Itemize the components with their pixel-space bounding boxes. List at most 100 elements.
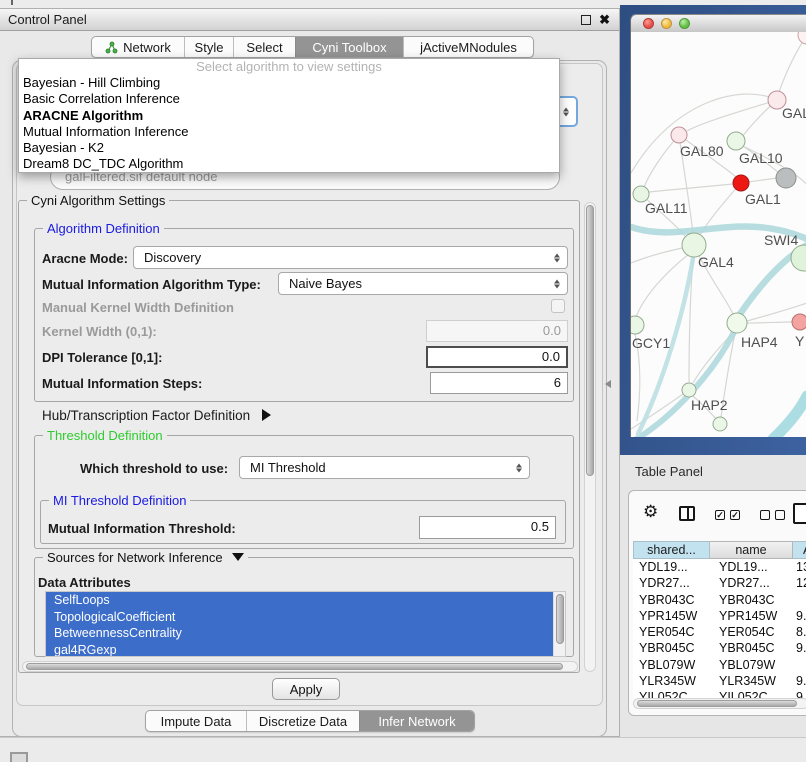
data-attributes-list: SelfLoopsTopologicalCoefficientBetweenne… bbox=[45, 591, 566, 657]
tab-discretize-data[interactable]: Discretize Data bbox=[246, 711, 359, 731]
network-node[interactable] bbox=[776, 168, 796, 188]
table-row[interactable]: YIL052CYIL052C9. bbox=[633, 689, 806, 698]
mi-threshold-input[interactable]: 0.5 bbox=[419, 516, 556, 539]
table-cell: 9. bbox=[796, 689, 806, 698]
algorithm-option[interactable]: Mutual Information Inference bbox=[19, 124, 559, 140]
algorithm-option[interactable]: Bayesian - K2 bbox=[19, 140, 559, 156]
sources-legend[interactable]: Sources for Network Inference bbox=[43, 550, 248, 565]
aracne-mode-combo[interactable]: Discovery bbox=[133, 246, 568, 269]
settings-vertical-scrollbar[interactable] bbox=[584, 202, 596, 672]
network-node-label: SWI4 bbox=[764, 232, 798, 248]
algorithm-option[interactable]: ARACNE Algorithm bbox=[19, 108, 559, 124]
network-node-label: Y bbox=[795, 333, 805, 349]
combo-spinner-icon bbox=[516, 463, 522, 472]
zoom-traffic-light-icon[interactable] bbox=[679, 18, 690, 29]
attribute-option[interactable]: BetweennessCentrality bbox=[46, 625, 553, 642]
table-row[interactable]: YBR045CYBR045C9. bbox=[633, 640, 806, 656]
dpi-tolerance-value: 0.0 bbox=[542, 349, 560, 364]
algorithm-option[interactable]: Dream8 DC_TDC Algorithm bbox=[19, 156, 559, 172]
algorithm-dropdown-prompt: Select algorithm to view settings bbox=[19, 59, 559, 75]
tab-network[interactable]: Network bbox=[92, 37, 184, 57]
tab-cyni-toolbox[interactable]: Cyni Toolbox bbox=[295, 37, 403, 57]
panel-collapse-arrow-icon[interactable] bbox=[605, 380, 611, 388]
tab-infer-network[interactable]: Infer Network bbox=[359, 711, 474, 731]
float-window-icon[interactable] bbox=[581, 15, 591, 25]
control-panel-tabstrip: Network Style Select Cyni Toolbox jActiv… bbox=[91, 36, 534, 58]
network-node-y[interactable] bbox=[792, 314, 806, 330]
mi-threshold-legend: MI Threshold Definition bbox=[49, 493, 190, 508]
column-header-third[interactable]: A bbox=[793, 541, 806, 559]
sources-legend-label: Sources for Network Inference bbox=[47, 550, 223, 565]
kernel-width-input[interactable]: 0.0 bbox=[426, 320, 568, 342]
close-icon[interactable]: ✖ bbox=[599, 11, 610, 29]
network-canvas[interactable]: GALGAL80GAL10GAL1GAL11GAL4SWI4GCY1HAP4YH… bbox=[631, 32, 806, 437]
network-node-label: GCY1 bbox=[632, 335, 670, 351]
cyni-bottom-tabstrip: Impute Data Discretize Data Infer Networ… bbox=[145, 710, 475, 732]
network-node-gal1[interactable] bbox=[733, 175, 749, 191]
columns-icon[interactable] bbox=[679, 506, 695, 521]
checked-checkboxes-icon[interactable]: ✓✓ bbox=[715, 510, 740, 520]
network-node-label: HAP2 bbox=[691, 397, 728, 413]
attribute-option[interactable]: SelfLoops bbox=[46, 592, 553, 609]
attribute-option[interactable]: TopologicalCoefficient bbox=[46, 609, 553, 626]
hub-expander-icon[interactable] bbox=[262, 409, 271, 421]
dpi-tolerance-input[interactable]: 0.0 bbox=[426, 346, 568, 368]
control-panel-titlebar: Control Panel ✖ bbox=[0, 9, 619, 31]
network-node-label: GAL1 bbox=[745, 191, 781, 207]
network-view-window: GALGAL80GAL10GAL1GAL11GAL4SWI4GCY1HAP4YH… bbox=[630, 14, 806, 437]
table-cell: YBR043C bbox=[639, 592, 695, 608]
which-threshold-label: Which threshold to use: bbox=[80, 461, 228, 476]
which-threshold-combo[interactable]: MI Threshold bbox=[239, 456, 530, 479]
algorithm-option[interactable]: Basic Correlation Inference bbox=[19, 91, 559, 107]
unchecked-checkboxes-icon[interactable] bbox=[760, 510, 785, 520]
table-row[interactable]: YDR27...YDR27...12 bbox=[633, 575, 806, 591]
tab-jactivemnodules[interactable]: jActiveMNodules bbox=[403, 37, 533, 57]
attributes-scrollbar[interactable] bbox=[553, 592, 565, 656]
collapsed-panel-icon[interactable] bbox=[10, 752, 28, 762]
manual-kernel-checkbox[interactable] bbox=[551, 299, 565, 313]
table-cell: YLR345W bbox=[719, 673, 776, 689]
tab-select[interactable]: Select bbox=[233, 37, 295, 57]
minimize-traffic-light-icon[interactable] bbox=[661, 18, 672, 29]
table-cell: YLR345W bbox=[639, 673, 696, 689]
gear-icon[interactable]: ⚙ bbox=[643, 502, 658, 522]
network-node-gal80[interactable] bbox=[671, 127, 687, 143]
network-node-hap4[interactable] bbox=[727, 313, 747, 333]
mi-type-combo[interactable]: Naive Bayes bbox=[278, 272, 568, 295]
table-row[interactable]: YDL19...YDL19...13 bbox=[633, 559, 806, 575]
network-node-hap2[interactable] bbox=[682, 383, 696, 397]
tab-label: jActiveMNodules bbox=[420, 40, 517, 55]
attribute-option[interactable]: gal4RGexp bbox=[46, 642, 553, 658]
network-node-gal10[interactable] bbox=[727, 132, 745, 150]
network-node-swi4[interactable] bbox=[791, 245, 806, 271]
table-horizontal-scrollbar[interactable] bbox=[633, 698, 806, 709]
column-header-shared-name[interactable]: shared... bbox=[633, 541, 710, 559]
mi-steps-label: Mutual Information Steps: bbox=[42, 376, 202, 391]
network-node[interactable] bbox=[798, 32, 806, 44]
table-cell: YER054C bbox=[639, 624, 695, 640]
mi-steps-input[interactable]: 6 bbox=[430, 372, 568, 394]
apply-button[interactable]: Apply bbox=[272, 678, 340, 700]
algorithm-option[interactable]: Bayesian - Hill Climbing bbox=[19, 75, 559, 91]
network-node[interactable] bbox=[713, 417, 727, 431]
close-traffic-light-icon[interactable] bbox=[643, 18, 654, 29]
table-row[interactable]: YBL079WYBL079W bbox=[633, 657, 806, 673]
tab-impute-data[interactable]: Impute Data bbox=[146, 711, 246, 731]
table-row[interactable]: YER054CYER054C8. bbox=[633, 624, 806, 640]
column-header-name[interactable]: name bbox=[710, 541, 793, 559]
table-row[interactable]: YBR043CYBR043C bbox=[633, 592, 806, 608]
document-icon[interactable] bbox=[793, 503, 806, 524]
sources-expander-icon[interactable] bbox=[232, 553, 244, 561]
table-row[interactable]: YPR145WYPR145W9. bbox=[633, 608, 806, 624]
hub-section-row[interactable]: Hub/Transcription Factor Definition bbox=[42, 408, 271, 423]
apply-button-label: Apply bbox=[290, 682, 323, 697]
mi-threshold-label: Mutual Information Threshold: bbox=[48, 521, 236, 536]
manual-kernel-label: Manual Kernel Width Definition bbox=[42, 300, 234, 315]
screen: Control Panel ✖ Network Style Select bbox=[0, 0, 806, 762]
table-cell: 9. bbox=[796, 673, 806, 689]
tab-style[interactable]: Style bbox=[184, 37, 233, 57]
table-row[interactable]: YLR345W YLR345W 9. bbox=[633, 673, 806, 689]
settings-horizontal-scrollbar[interactable] bbox=[22, 661, 578, 672]
table-cell: 9. bbox=[796, 608, 806, 624]
network-node-gcy1[interactable] bbox=[631, 316, 644, 334]
